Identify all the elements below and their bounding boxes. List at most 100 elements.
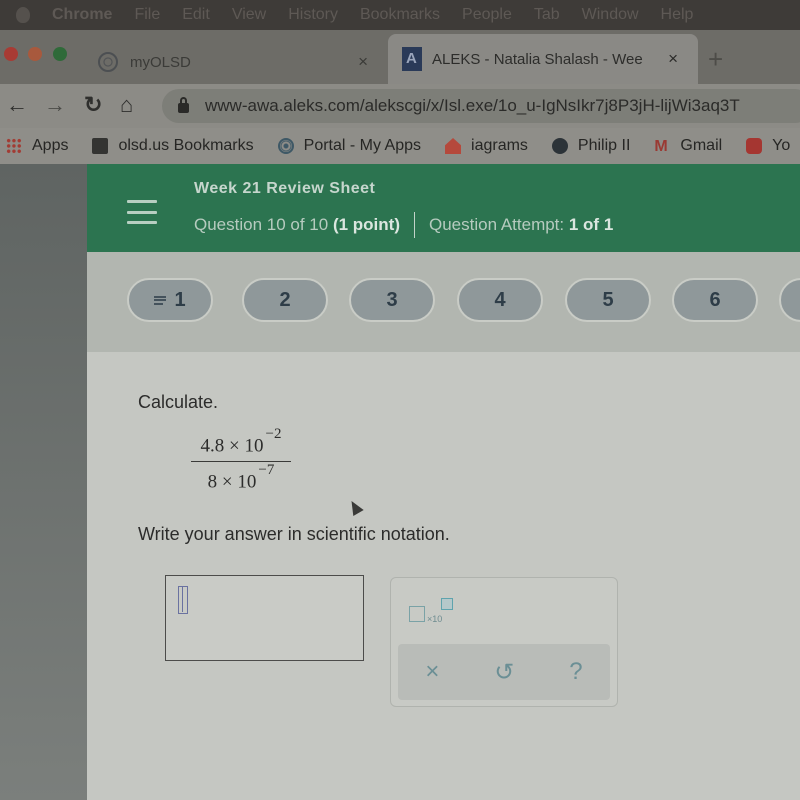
denominator-exponent: −7 xyxy=(258,462,275,479)
menu-window[interactable]: Window xyxy=(582,6,639,24)
folder-icon xyxy=(92,138,109,154)
question-pill-label: 5 xyxy=(602,288,614,311)
close-window-button[interactable] xyxy=(4,47,18,61)
undo-button[interactable]: ↺ xyxy=(494,658,514,687)
menu-tab[interactable]: Tab xyxy=(534,6,560,24)
question-pill-6[interactable]: 6 xyxy=(672,278,758,322)
question-pill-3[interactable]: 3 xyxy=(349,278,435,322)
question-pill-label: 4 xyxy=(494,288,506,311)
base-box-icon xyxy=(409,606,425,622)
address-bar[interactable]: www-awa.aleks.com/alekscgi/x/Isl.exe/1o_… xyxy=(162,89,800,123)
prompt-text: Write your answer in scientific notation… xyxy=(138,524,450,544)
tab-title: myOLSD xyxy=(130,53,191,71)
question-info: Question 10 of 10 (1 point) Question Att… xyxy=(194,212,613,238)
question-navigator: 1 2 3 4 5 6 xyxy=(87,252,800,352)
answer-input[interactable] xyxy=(165,575,364,661)
instruction-text: Calculate. xyxy=(138,392,219,412)
bookmark-philip[interactable]: Philip II xyxy=(551,137,631,155)
browser-toolbar: ← → ↻ ⌂ www-awa.aleks.com/alekscgi/x/Isl… xyxy=(0,84,800,128)
question-pill-next[interactable] xyxy=(779,278,800,322)
bookmark-label: Yo xyxy=(772,137,791,154)
numerator: 4.8 × 10−2 xyxy=(191,426,291,461)
menu-people[interactable]: People xyxy=(462,6,512,24)
reload-button[interactable]: ↻ xyxy=(84,92,102,118)
bookmark-label: olsd.us Bookmarks xyxy=(118,137,254,154)
bookmark-portal[interactable]: Portal - My Apps xyxy=(277,137,422,155)
help-button[interactable]: ? xyxy=(569,658,582,686)
tab-title: ALEKS - Natalia Shalash - Wee xyxy=(432,50,643,68)
apps-grid-icon xyxy=(6,138,22,154)
menu-bookmarks[interactable]: Bookmarks xyxy=(360,6,440,24)
menu-file[interactable]: File xyxy=(134,6,160,24)
question-points: (1 point) xyxy=(332,215,400,234)
bookmark-olsd[interactable]: olsd.us Bookmarks xyxy=(92,137,254,155)
apple-icon[interactable] xyxy=(16,7,30,23)
minimize-window-button[interactable] xyxy=(28,47,42,61)
mouse-cursor-icon xyxy=(346,497,364,517)
action-bar: × ↺ ? xyxy=(398,644,610,700)
denominator: 8 × 10−7 xyxy=(191,462,291,493)
times-ten-label: ×10 xyxy=(427,614,443,624)
question-pill-label: 3 xyxy=(386,288,398,311)
bookmark-label: Philip II xyxy=(577,137,631,154)
maximize-window-button[interactable] xyxy=(53,47,67,61)
attempt-value: 1 of 1 xyxy=(568,215,614,234)
question-pill-label: 6 xyxy=(709,288,721,311)
lock-icon xyxy=(178,97,189,113)
bookmark-label: Gmail xyxy=(680,137,723,154)
scientific-notation-button[interactable]: ×10 xyxy=(409,596,459,626)
tab-strip: myOLSD × ALEKS - Natalia Shalash - Wee ×… xyxy=(0,30,800,84)
math-tool-panel: ×10 × ↺ ? xyxy=(390,577,618,707)
bookmarks-bar: Apps olsd.us Bookmarks Portal - My Apps … xyxy=(0,128,800,164)
menu-icon[interactable] xyxy=(127,200,157,224)
attempt-label: Question Attempt: xyxy=(429,215,565,234)
tab-aleks[interactable]: ALEKS - Natalia Shalash - Wee × xyxy=(388,34,698,84)
menu-help[interactable]: Help xyxy=(661,6,694,24)
gmail-icon: M xyxy=(654,138,668,155)
home-icon xyxy=(445,138,462,154)
bookmark-apps[interactable]: Apps xyxy=(6,137,68,155)
portal-icon xyxy=(98,52,118,72)
bookmark-label: Apps xyxy=(32,137,69,154)
youtube-icon xyxy=(746,138,763,154)
question-content: Calculate. 4.8 × 10−2 8 × 10−7 Write you… xyxy=(87,352,800,800)
new-tab-button[interactable]: + xyxy=(708,44,723,75)
question-pill-4[interactable]: 4 xyxy=(457,278,543,322)
os-menubar: Chrome File Edit View History Bookmarks … xyxy=(0,0,800,30)
question-pill-5[interactable]: 5 xyxy=(565,278,651,322)
question-number: Question 10 of 10 xyxy=(194,215,329,234)
close-tab-icon[interactable]: × xyxy=(668,49,678,69)
aleks-icon xyxy=(402,47,422,71)
fraction-expression: 4.8 × 10−2 8 × 10−7 xyxy=(191,426,291,494)
menu-view[interactable]: View xyxy=(232,6,266,24)
menu-edit[interactable]: Edit xyxy=(182,6,210,24)
back-button[interactable]: ← xyxy=(6,92,28,118)
clear-button[interactable]: × xyxy=(425,658,439,686)
tab-myolsd[interactable]: myOLSD × xyxy=(90,40,390,84)
question-pill-label: 2 xyxy=(279,288,291,311)
page-viewport: Week 21 Review Sheet Question 10 of 10 (… xyxy=(0,164,800,800)
bookmark-gmail[interactable]: M Gmail xyxy=(654,137,722,155)
question-pill-2[interactable]: 2 xyxy=(242,278,328,322)
bookmark-label: Portal - My Apps xyxy=(303,137,422,154)
bookmark-iagrams[interactable]: iagrams xyxy=(445,137,528,155)
close-tab-icon[interactable]: × xyxy=(358,52,368,72)
question-pill-1[interactable]: 1 xyxy=(127,278,213,322)
header-divider xyxy=(414,212,415,238)
exponent-box-icon xyxy=(441,598,453,610)
left-margin xyxy=(0,164,87,800)
bookmark-label: iagrams xyxy=(471,137,528,154)
question-pill-label: 1 xyxy=(174,288,186,311)
aleks-header: Week 21 Review Sheet Question 10 of 10 (… xyxy=(87,164,800,252)
menu-history[interactable]: History xyxy=(288,6,338,24)
url-text: www-awa.aleks.com/alekscgi/x/Isl.exe/1o_… xyxy=(205,96,740,115)
forward-button[interactable]: → xyxy=(44,92,66,118)
denominator-mantissa: 8 × 10 xyxy=(207,471,257,493)
list-icon xyxy=(154,295,167,305)
menu-chrome[interactable]: Chrome xyxy=(52,6,112,24)
input-cursor xyxy=(178,586,188,614)
globe-icon xyxy=(551,138,568,154)
home-button[interactable]: ⌂ xyxy=(120,92,133,118)
portal-icon xyxy=(277,138,294,154)
bookmark-youtube[interactable]: Yo xyxy=(746,137,790,155)
